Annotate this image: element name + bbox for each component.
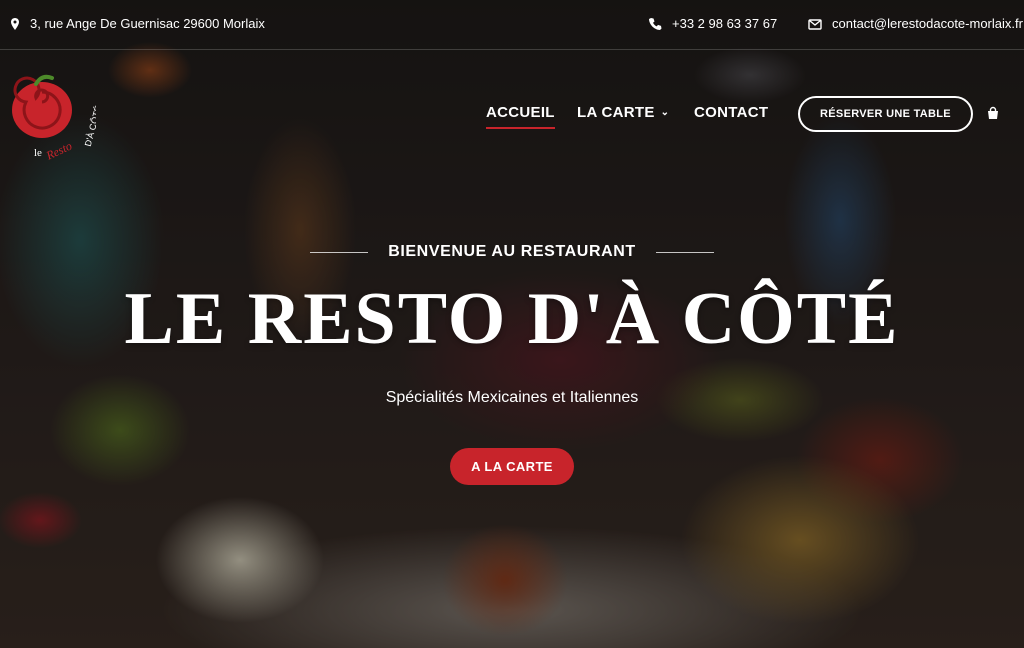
top-info-bar: 3, rue Ange De Guernisac 29600 Morlaix +… [0, 0, 1024, 50]
shopping-bag-icon[interactable] [986, 106, 1000, 120]
phone-link[interactable]: +33 2 98 63 37 67 [672, 16, 777, 31]
phone-block[interactable]: +33 2 98 63 37 67 [648, 16, 777, 31]
envelope-icon [808, 17, 822, 31]
email-link[interactable]: contact@lerestodacote-morlaix.fr [832, 16, 1023, 31]
welcome-divider-right [655, 251, 714, 253]
nav-item-contact[interactable]: CONTACT [694, 104, 768, 127]
nav-item-la-carte-label: LA CARTE [577, 104, 655, 121]
hero-subtitle: Spécialités Mexicaines et Italiennes [385, 389, 639, 406]
chevron-down-icon: ⌄ [660, 107, 670, 118]
site-logo[interactable]: le Resto D'À CÔTÉ [6, 66, 103, 166]
welcome-text: BIENVENUE AU RESTAURANT [388, 243, 636, 260]
a-la-carte-button[interactable]: A LA CARTE [450, 448, 574, 485]
phone-icon [648, 17, 662, 31]
logo-text-dacote: D'À CÔTÉ [83, 105, 96, 148]
hero-welcome: BIENVENUE AU RESTAURANT [0, 243, 1024, 261]
nav-item-accueil[interactable]: ACCUEIL [486, 104, 555, 129]
address-block: 3, rue Ange De Guernisac 29600 Morlaix [8, 16, 265, 31]
email-block[interactable]: contact@lerestodacote-morlaix.fr [808, 16, 1023, 31]
map-pin-icon [8, 17, 22, 31]
logo-text-le: le [34, 147, 42, 159]
nav-item-la-carte[interactable]: LA CARTE ⌄ [577, 104, 669, 127]
address-text: 3, rue Ange De Guernisac 29600 Morlaix [30, 16, 265, 31]
reserve-table-button[interactable]: RÉSERVER UNE TABLE [798, 96, 973, 132]
logo-text-resto: Resto [43, 139, 74, 163]
welcome-divider-left [310, 251, 369, 253]
hero-title: LE RESTO D'À CÔTÉ [124, 278, 900, 360]
